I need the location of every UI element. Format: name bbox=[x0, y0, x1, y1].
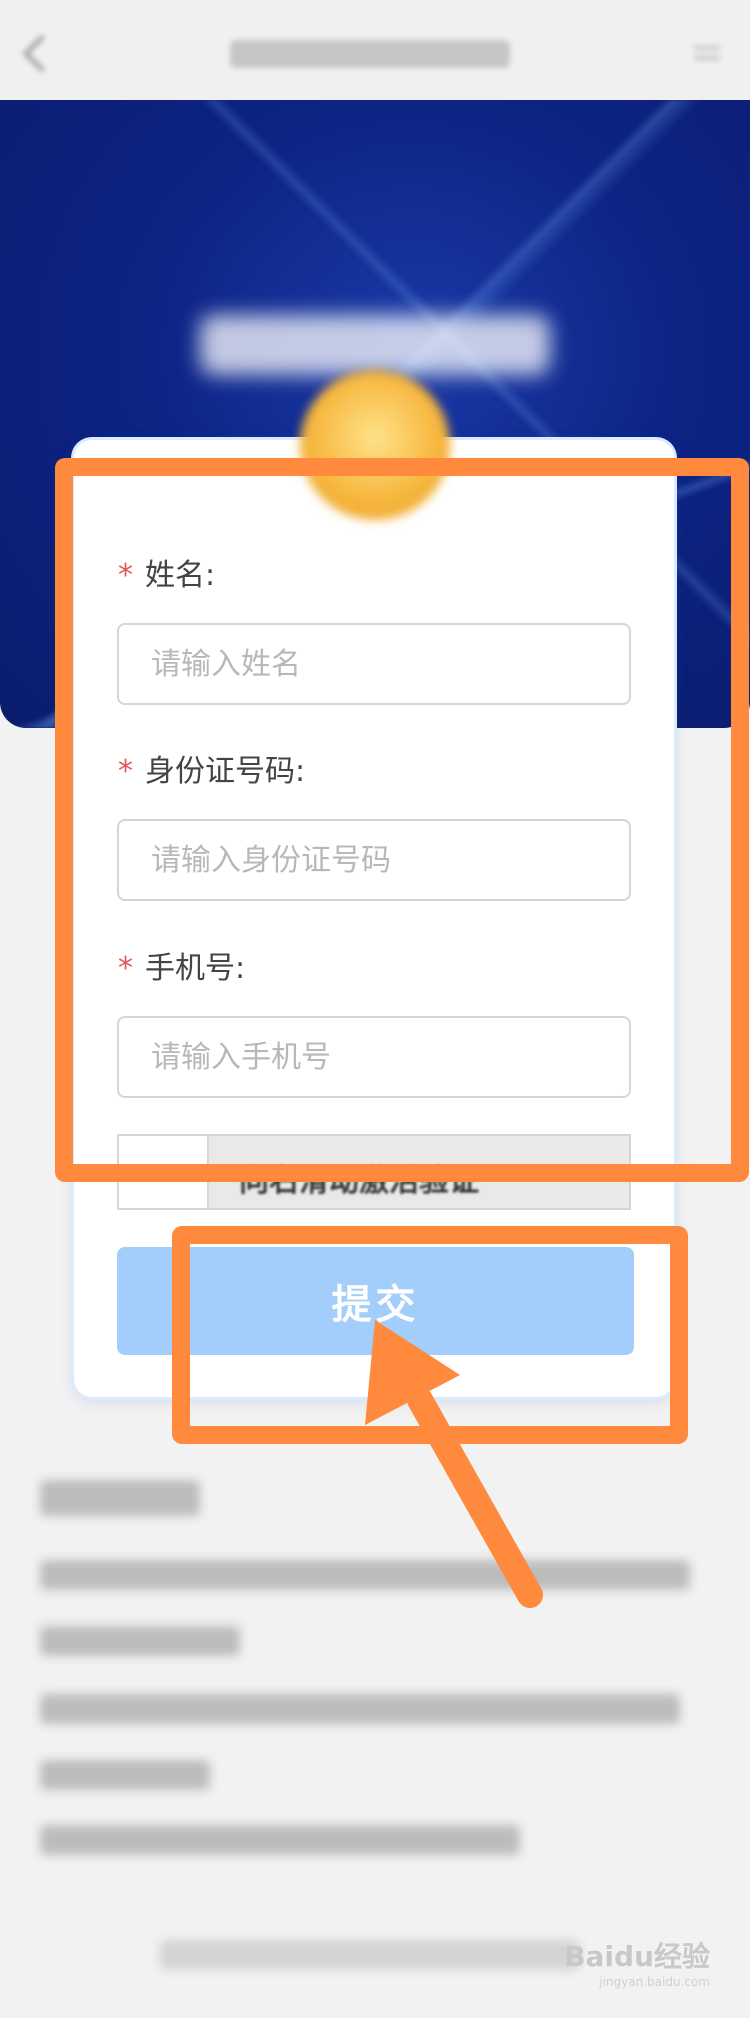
annotation-arrow-icon bbox=[365, 1320, 543, 1608]
